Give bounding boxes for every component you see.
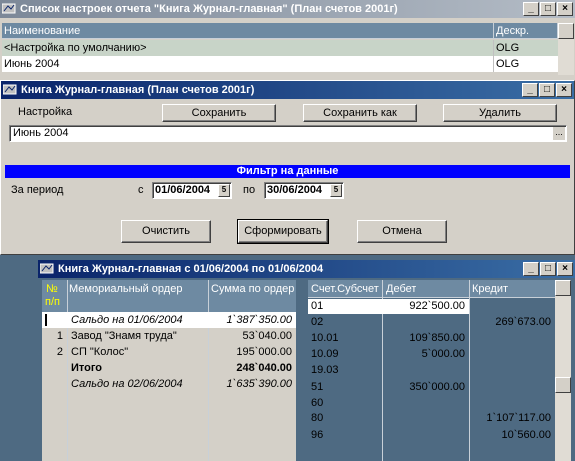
app-icon — [1, 2, 16, 14]
row-sum: 195`000.00 — [236, 346, 292, 358]
to-label: по — [243, 184, 256, 196]
report-dialog-titlebar[interactable]: Книга Журнал-главная (План счетов 2001г)… — [1, 81, 574, 99]
settings-list-title: Список настроек отчета "Книга Журнал-гла… — [20, 3, 398, 15]
setting-input[interactable]: Июнь 2004 ... — [9, 125, 567, 142]
from-date-value: 01/06/2004 — [155, 184, 211, 196]
row-num: 2 — [56, 346, 63, 358]
ellipsis-button[interactable]: ... — [553, 127, 565, 140]
row-account: 51 — [311, 381, 324, 393]
from-label: с — [138, 184, 144, 196]
save-as-button[interactable]: Сохранить как — [303, 104, 417, 122]
left-grid: № п/п Мемориальный ордер Сумма по ордер … — [42, 280, 296, 461]
row-desc: OLG — [496, 42, 520, 54]
to-date-value: 30/06/2004 — [267, 184, 323, 196]
row-debit: 109`850.00 — [409, 332, 465, 344]
setting-label: Настройка — [18, 106, 73, 118]
calendar-icon[interactable]: 5 — [330, 184, 342, 197]
row-sum: 1`387`350.00 — [226, 314, 292, 326]
column-header-credit[interactable]: Кредит — [472, 283, 508, 295]
save-button[interactable]: Сохранить — [162, 104, 276, 122]
row-account: 96 — [311, 429, 324, 441]
row-name: <Настройка по умолчанию> — [4, 42, 147, 54]
column-header-account[interactable]: Счет.Субсчет — [311, 283, 381, 295]
close-button[interactable]: × — [557, 2, 573, 16]
divider — [67, 280, 68, 461]
row-sum: 248`040.00 — [236, 362, 292, 374]
scroll-up-button[interactable] — [555, 280, 571, 296]
row-desc: OLG — [496, 58, 520, 70]
row-memo: Сальдо на 01/06/2004 — [71, 314, 183, 326]
settings-list-window: Список настроек отчета "Книга Журнал-гла… — [0, 0, 575, 80]
calendar-icon[interactable]: 5 — [218, 184, 230, 197]
row-num: 1 — [56, 330, 63, 342]
row-account: 01 — [311, 300, 324, 312]
row-debit: 922`500.00 — [409, 300, 465, 312]
maximize-button[interactable]: □ — [540, 262, 556, 276]
row-debit: 350`000.00 — [409, 381, 465, 393]
splitter[interactable] — [296, 280, 308, 461]
clear-button[interactable]: Очистить — [121, 220, 211, 243]
column-header-sum[interactable]: Сумма по ордер — [211, 283, 296, 295]
column-header-num2[interactable]: п/п — [45, 296, 60, 308]
minimize-button[interactable]: _ — [523, 262, 539, 276]
row-credit: 269`673.00 — [495, 316, 551, 328]
row-name: Июнь 2004 — [4, 58, 60, 70]
close-button[interactable]: × — [556, 83, 572, 97]
report-grid-window: Книга Журнал-главная с 01/06/2004 по 01/… — [38, 260, 575, 461]
minimize-button[interactable]: _ — [523, 2, 539, 16]
column-header-desc[interactable]: Дескр. — [494, 23, 558, 39]
row-account: 80 — [311, 412, 324, 424]
right-grid: Счет.Субсчет Дебет Кредит 01 922`500.00 … — [308, 280, 555, 461]
column-header-debit[interactable]: Дебет — [386, 283, 416, 295]
to-date-field[interactable]: 30/06/2004 5 — [264, 182, 344, 199]
row-credit: 10`560.00 — [501, 429, 551, 441]
row-memo: Сальдо на 02/06/2004 — [71, 378, 183, 390]
row-memo: Завод "Знамя труда" — [71, 330, 177, 342]
period-label: За период — [11, 184, 64, 196]
cancel-button[interactable]: Отмена — [357, 220, 447, 243]
column-header-memo[interactable]: Мемориальный ордер — [69, 283, 182, 295]
row-account: 10.01 — [311, 332, 339, 344]
report-dialog: Книга Журнал-главная (План счетов 2001г)… — [0, 80, 575, 255]
minimize-button[interactable]: _ — [522, 83, 538, 97]
row-account: 10.09 — [311, 348, 339, 360]
row-memo: Итого — [71, 362, 103, 374]
column-header-num[interactable]: № — [46, 283, 58, 295]
report-dialog-title: Книга Журнал-главная (План счетов 2001г) — [21, 84, 255, 96]
row-memo: СП "Колос" — [71, 346, 129, 358]
row-debit: 5`000.00 — [421, 348, 465, 360]
close-button[interactable]: × — [557, 262, 573, 276]
generate-button[interactable]: Сформировать — [237, 219, 329, 244]
row-credit: 1`107`117.00 — [486, 412, 551, 424]
delete-button[interactable]: Удалить — [443, 104, 557, 122]
vertical-scrollbar[interactable] — [558, 23, 574, 75]
row-sum: 53`040.00 — [242, 330, 292, 342]
table-row[interactable]: Июнь 2004 OLG — [2, 56, 558, 72]
row-sum: 1`635`390.00 — [226, 378, 292, 390]
filter-header: Фильтр на данные — [5, 165, 570, 178]
settings-list-titlebar[interactable]: Список настроек отчета "Книга Журнал-гла… — [0, 0, 575, 18]
maximize-button[interactable]: □ — [540, 2, 556, 16]
scroll-thumb[interactable] — [555, 377, 571, 393]
maximize-button[interactable]: □ — [539, 83, 555, 97]
divider — [493, 40, 494, 72]
row-account: 60 — [311, 397, 324, 409]
setting-value: Июнь 2004 — [13, 127, 69, 139]
row-account: 19.03 — [311, 364, 339, 376]
report-grid-title: Книга Журнал-главная с 01/06/2004 по 01/… — [58, 263, 324, 275]
report-grid-titlebar[interactable]: Книга Журнал-главная с 01/06/2004 по 01/… — [38, 260, 575, 278]
app-icon — [39, 262, 54, 274]
vertical-scrollbar[interactable] — [555, 280, 571, 461]
from-date-field[interactable]: 01/06/2004 5 — [152, 182, 232, 199]
column-header-name[interactable]: Наименование — [2, 23, 494, 39]
table-row[interactable]: <Настройка по умолчанию> OLG — [2, 40, 558, 56]
text-cursor — [45, 314, 47, 326]
app-icon — [2, 83, 17, 95]
row-account: 02 — [311, 316, 324, 328]
